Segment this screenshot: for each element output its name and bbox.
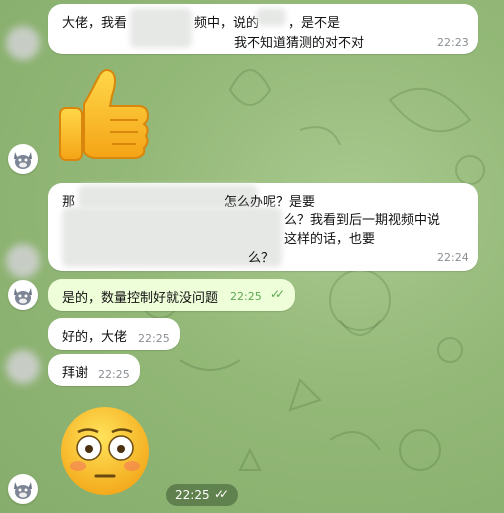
blurred-avatar <box>6 244 40 278</box>
sticker-time-pill: 22:25 ✓✓ <box>166 484 238 506</box>
redacted-text <box>256 8 286 26</box>
message-text: 频中，说的 <box>194 16 260 31</box>
message-bubble-5[interactable]: 拜谢 22:25 <box>48 354 140 386</box>
double-check-icon: ✓✓ <box>270 287 285 301</box>
message-time: 22:23 <box>437 36 469 49</box>
flushed-face-sticker[interactable] <box>58 404 152 502</box>
message-text: 么？我看到后一期视频中说 <box>284 213 441 228</box>
cat-avatar-icon[interactable] <box>8 280 38 310</box>
redacted-text <box>130 8 192 48</box>
message-time: 22:25 <box>138 332 170 345</box>
message-bubble-2[interactable]: 那 怎么办呢？是要 么？我看到后一期视频中说 这样的话，也要 么？ 22:24 <box>48 183 478 271</box>
message-time: 22:25 <box>175 488 210 502</box>
thumbs-up-sticker[interactable] <box>56 64 152 168</box>
message-text: 这样的话，也要 <box>284 232 376 247</box>
message-text: 是的，数量控制好就没问题 <box>62 291 219 306</box>
message-time: 22:24 <box>437 251 469 264</box>
message-text: ，是不是 <box>288 16 341 31</box>
message-bubble-4[interactable]: 好的，大佬 22:25 <box>48 318 180 350</box>
double-check-icon: ✓✓ <box>214 487 229 501</box>
message-text: 大佬，我看 <box>62 16 128 31</box>
message-text: 我不知道猜测的对不对 <box>234 36 365 51</box>
blurred-avatar <box>6 350 40 384</box>
message-time: 22:25 <box>98 368 130 381</box>
cat-avatar-icon[interactable] <box>8 474 38 504</box>
message-text: 好的，大佬 <box>62 330 128 345</box>
message-bubble-1[interactable]: 大佬，我看 频中，说的 ，是不是 我不知道猜测的对不对 22:23 <box>48 4 478 54</box>
message-time: 22:25 <box>230 290 262 303</box>
blurred-avatar <box>6 26 40 60</box>
message-text: 么？ <box>248 251 275 266</box>
cat-avatar-icon[interactable] <box>8 144 38 174</box>
message-bubble-3[interactable]: 是的，数量控制好就没问题 22:25 ✓✓ <box>48 279 295 311</box>
message-text: 拜谢 <box>62 366 89 381</box>
